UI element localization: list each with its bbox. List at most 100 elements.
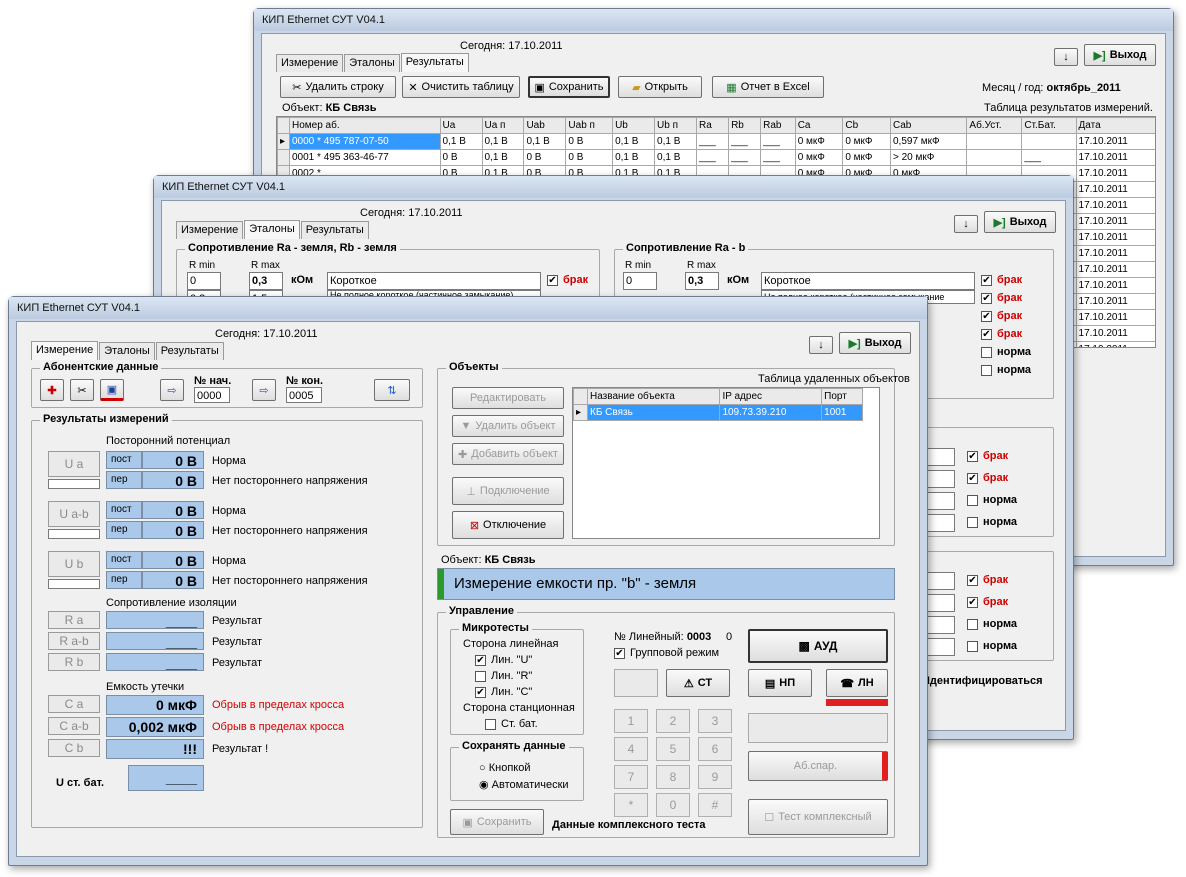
arrow-down-button[interactable]: ↓ xyxy=(809,336,833,354)
keypad-key[interactable]: 3 xyxy=(698,709,732,733)
checkbox[interactable]: ✔ xyxy=(967,472,978,484)
ua-button[interactable]: U a xyxy=(48,451,100,477)
cut-icon[interactable]: ✂ xyxy=(70,379,94,401)
checkbox[interactable]: ✔ xyxy=(981,328,992,340)
keypad-key[interactable]: # xyxy=(698,793,732,817)
aud-button[interactable]: ▩ АУД xyxy=(748,629,888,663)
rab-button[interactable]: R a-b xyxy=(48,632,100,650)
delete-row-button[interactable]: ✂ Удалить строку xyxy=(280,76,396,98)
checkbox[interactable] xyxy=(967,494,978,506)
tab-results[interactable]: Результаты xyxy=(400,53,469,72)
column-header[interactable]: Uab xyxy=(523,117,567,134)
lin-r-checkbox[interactable] xyxy=(475,670,486,682)
st-button[interactable]: ⚠ СТ xyxy=(666,669,730,697)
st-bat-checkbox[interactable] xyxy=(485,718,496,730)
column-header[interactable]: Ua xyxy=(439,117,483,134)
rmin-input[interactable]: 0 xyxy=(187,272,221,290)
checkbox[interactable]: ✔ xyxy=(547,274,558,286)
save-data-button[interactable]: ▣ Сохранить xyxy=(450,809,544,835)
column-header[interactable]: Ua п xyxy=(481,117,525,134)
rmin-input[interactable]: 0 xyxy=(623,272,657,290)
column-header[interactable]: Ca xyxy=(794,117,844,134)
checkbox[interactable] xyxy=(981,346,992,358)
keypad-key[interactable]: 4 xyxy=(614,737,648,761)
tab-measurement[interactable]: Измерение xyxy=(31,341,99,360)
keypad-key[interactable]: 5 xyxy=(656,737,690,761)
radio-button-off[interactable]: ○ xyxy=(479,762,486,774)
column-header[interactable]: Номер аб. xyxy=(289,117,441,134)
checkbox[interactable]: ✔ xyxy=(967,596,978,608)
report-excel-button[interactable]: ▦ Отчет в Excel xyxy=(712,76,824,98)
connect-button[interactable]: ⊥ Подключение xyxy=(452,477,564,505)
checkbox[interactable] xyxy=(967,640,978,652)
ln-button[interactable]: ☎ ЛН xyxy=(826,669,888,697)
tab-measurement[interactable]: Измерение xyxy=(276,54,344,72)
lin-c-checkbox[interactable]: ✔ xyxy=(475,686,486,698)
edit-button[interactable]: Редактировать xyxy=(452,387,564,409)
keypad-key[interactable]: 0 xyxy=(656,793,690,817)
lin-u-checkbox[interactable]: ✔ xyxy=(475,654,486,666)
exit-button[interactable]: ▶] Выход xyxy=(1084,44,1156,66)
checkbox[interactable] xyxy=(967,618,978,630)
table-row[interactable]: ▸ 0000 * 495 787-07-50 0,1 В 0,1 В 0,1 В0 В0… xyxy=(277,133,1155,150)
keypad-key[interactable]: * xyxy=(614,793,648,817)
open-button[interactable]: ▰ Открыть xyxy=(618,76,702,98)
column-header[interactable]: Ra xyxy=(695,117,730,134)
disconnect-button[interactable]: ⊠ Отключение xyxy=(452,511,564,539)
tab-standards[interactable]: Эталоны xyxy=(344,54,400,72)
clear-table-button[interactable]: ✕ Очистить таблицу xyxy=(402,76,520,98)
checkbox[interactable]: ✔ xyxy=(981,292,992,304)
save-button[interactable]: ▣ Сохранить xyxy=(528,76,610,98)
tab-standards[interactable]: Эталоны xyxy=(244,220,300,239)
complex-test-button[interactable]: ☐ Тест комплексный xyxy=(748,799,888,835)
tab-results[interactable]: Результаты xyxy=(155,342,224,360)
group-mode-checkbox[interactable]: ✔ xyxy=(614,647,625,659)
end-number-input[interactable]: 0005 xyxy=(286,387,322,403)
checkbox[interactable]: ✔ xyxy=(981,274,992,286)
refresh-icon[interactable]: ⇅ xyxy=(374,379,410,401)
np-button[interactable]: ▤ НП xyxy=(748,669,812,697)
exit-button[interactable]: ▶] Выход xyxy=(839,332,911,354)
checkbox[interactable]: ✔ xyxy=(967,574,978,586)
delete-object-button[interactable]: ▼ Удалить объект xyxy=(452,415,564,437)
tab-standards[interactable]: Эталоны xyxy=(99,342,155,360)
arrow-down-button[interactable]: ↓ xyxy=(1054,48,1078,66)
ub-button[interactable]: U b xyxy=(48,551,100,577)
column-header[interactable]: Rab xyxy=(760,117,796,134)
save-icon[interactable]: ▣ xyxy=(100,379,124,401)
radio-button-on[interactable]: ◉ xyxy=(479,779,489,791)
cb-button[interactable]: C b xyxy=(48,739,100,757)
arrow-right-icon[interactable]: ⇨ xyxy=(160,379,184,401)
ra-button[interactable]: R a xyxy=(48,611,100,629)
column-header[interactable]: Cab xyxy=(889,117,968,134)
column-header[interactable]: Cb xyxy=(842,117,891,134)
table-row[interactable]: 0001 * 495 363-46-77 0 В 0,1 В0 В0 В 0,1 В0… xyxy=(277,149,1155,166)
exit-button[interactable]: ▶] Выход xyxy=(984,211,1056,233)
add-object-button[interactable]: ✚ Добавить объект xyxy=(452,443,564,465)
desc-input[interactable]: Короткое xyxy=(761,272,975,290)
column-header[interactable]: Аб.Уст. xyxy=(966,117,1023,134)
checkbox[interactable]: ✔ xyxy=(967,450,978,462)
checkbox[interactable] xyxy=(967,516,978,528)
tab-measurement[interactable]: Измерение xyxy=(176,221,244,239)
start-number-input[interactable]: 0000 xyxy=(194,387,230,403)
keypad-key[interactable]: 9 xyxy=(698,765,732,789)
keypad-key[interactable]: 2 xyxy=(656,709,690,733)
rmax-input[interactable]: 0,3 xyxy=(249,272,283,290)
column-header[interactable]: Uab п xyxy=(565,117,614,134)
arrow-down-button[interactable]: ↓ xyxy=(954,215,978,233)
checkbox[interactable]: ✔ xyxy=(981,310,992,322)
column-header[interactable]: Rb xyxy=(728,117,762,134)
column-header[interactable]: Ub п xyxy=(654,117,697,134)
ca-button[interactable]: C a xyxy=(48,695,100,713)
checkbox[interactable] xyxy=(981,364,992,376)
ab-spar-button[interactable]: Аб.спар. xyxy=(748,751,888,781)
column-header[interactable]: Ст.Бат. xyxy=(1021,117,1077,134)
keypad-key[interactable]: 7 xyxy=(614,765,648,789)
keypad-key[interactable]: 1 xyxy=(614,709,648,733)
keypad-key[interactable]: 8 xyxy=(656,765,690,789)
column-header[interactable]: Дата xyxy=(1075,117,1155,134)
column-header[interactable]: Ub xyxy=(612,117,656,134)
desc-input[interactable]: Короткое xyxy=(327,272,541,290)
add-icon[interactable]: ✚ xyxy=(40,379,64,401)
